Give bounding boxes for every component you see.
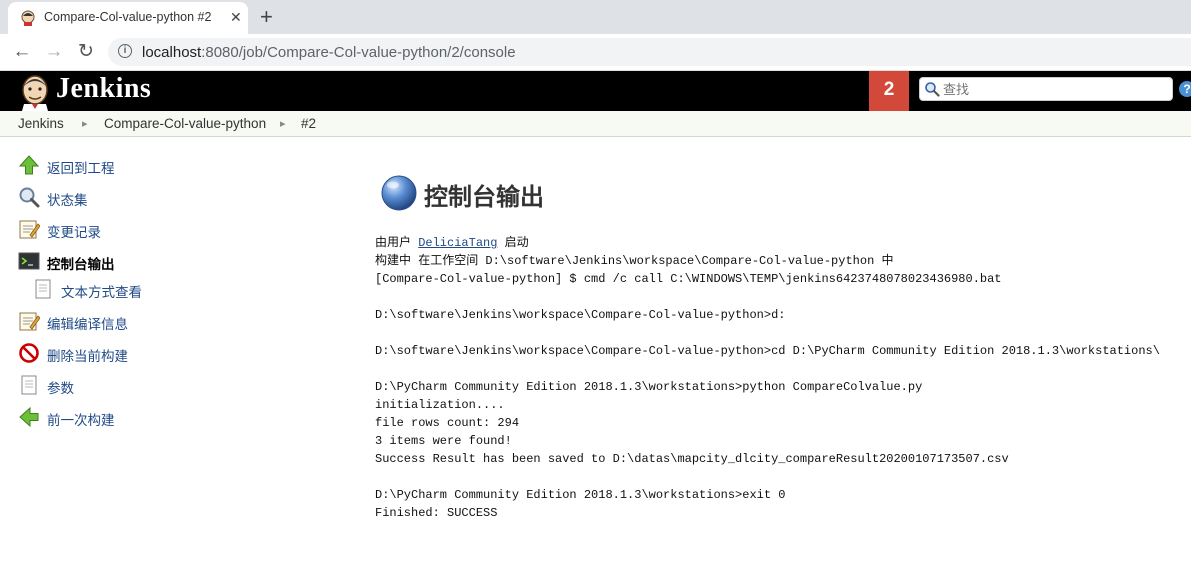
search-input[interactable] — [941, 80, 1170, 100]
notepad-icon — [19, 312, 40, 331]
breadcrumb-job[interactable]: Compare-Col-value-python — [104, 116, 266, 131]
console-log-text: 构建中 在工作空间 D:\software\Jenkins\workspace\… — [375, 254, 1160, 520]
search-box[interactable] — [919, 77, 1173, 101]
notepad-icon — [19, 220, 40, 239]
terminal-icon — [18, 252, 40, 270]
jenkins-logo-icon[interactable] — [18, 73, 52, 111]
jenkins-header: Jenkins 2 ? — [0, 71, 1191, 111]
side-item-label: 编辑编译信息 — [47, 317, 128, 333]
side-item-label: 删除当前构建 — [47, 349, 128, 365]
breadcrumb-chevron-icon[interactable]: ▸ — [280, 117, 286, 130]
console-globe-icon — [381, 175, 417, 211]
magnifier-icon — [19, 187, 40, 208]
page-title: 控制台输出 — [424, 183, 544, 211]
browser-tab[interactable]: Compare-Col-value-python #2 ✕ — [8, 2, 248, 34]
url-host: localhost — [142, 44, 202, 61]
document-icon — [21, 375, 37, 395]
started-by-prefix: 由用户 — [375, 236, 419, 250]
back-button[interactable]: ← — [10, 40, 34, 64]
side-item-label: 控制台输出 — [47, 257, 115, 273]
search-icon — [925, 82, 940, 97]
side-item-label: 前一次构建 — [47, 413, 115, 429]
notification-badge[interactable]: 2 — [869, 71, 909, 111]
breadcrumb: Jenkins ▸ Compare-Col-value-python ▸ #2 — [0, 111, 1191, 137]
side-item-label: 状态集 — [47, 193, 88, 209]
jenkins-title[interactable]: Jenkins — [56, 73, 151, 105]
help-icon[interactable]: ? — [1179, 81, 1191, 97]
left-arrow-icon — [19, 406, 39, 428]
breadcrumb-jenkins[interactable]: Jenkins — [18, 116, 64, 131]
browser-tab-bar: Compare-Col-value-python #2 ✕ + — [0, 0, 1191, 34]
side-item-label: 参数 — [47, 381, 74, 397]
side-item-label: 文本方式查看 — [61, 285, 142, 301]
url-path: :8080/job/Compare-Col-value-python/2/con… — [201, 44, 516, 61]
info-icon[interactable]: i — [118, 44, 132, 58]
tab-title: Compare-Col-value-python #2 — [44, 10, 212, 24]
side-item-label: 变更记录 — [47, 225, 101, 241]
reload-button[interactable]: ↻ — [74, 40, 98, 64]
breadcrumb-build[interactable]: #2 — [301, 116, 316, 131]
forward-button[interactable]: → — [42, 40, 66, 64]
console-output: 由用户 DeliciaTang 启动 构建中 在工作空间 D:\software… — [375, 234, 1160, 522]
up-arrow-icon — [18, 155, 40, 175]
user-link[interactable]: DeliciaTang — [418, 236, 497, 250]
jenkins-favicon-icon — [21, 10, 35, 26]
tab-close-icon[interactable]: ✕ — [230, 9, 242, 26]
breadcrumb-chevron-icon[interactable]: ▸ — [82, 117, 88, 130]
no-entry-icon — [19, 343, 39, 363]
side-item-label: 返回到工程 — [47, 161, 115, 177]
browser-toolbar: ← → ↻ i localhost:8080/job/Compare-Col-v… — [0, 34, 1191, 71]
new-tab-button[interactable]: + — [260, 4, 273, 30]
url-text[interactable]: localhost:8080/job/Compare-Col-value-pyt… — [142, 44, 516, 61]
started-by-suffix: 启动 — [497, 236, 529, 250]
document-icon — [35, 279, 51, 299]
address-bar[interactable]: i localhost:8080/job/Compare-Col-value-p… — [108, 38, 1191, 66]
